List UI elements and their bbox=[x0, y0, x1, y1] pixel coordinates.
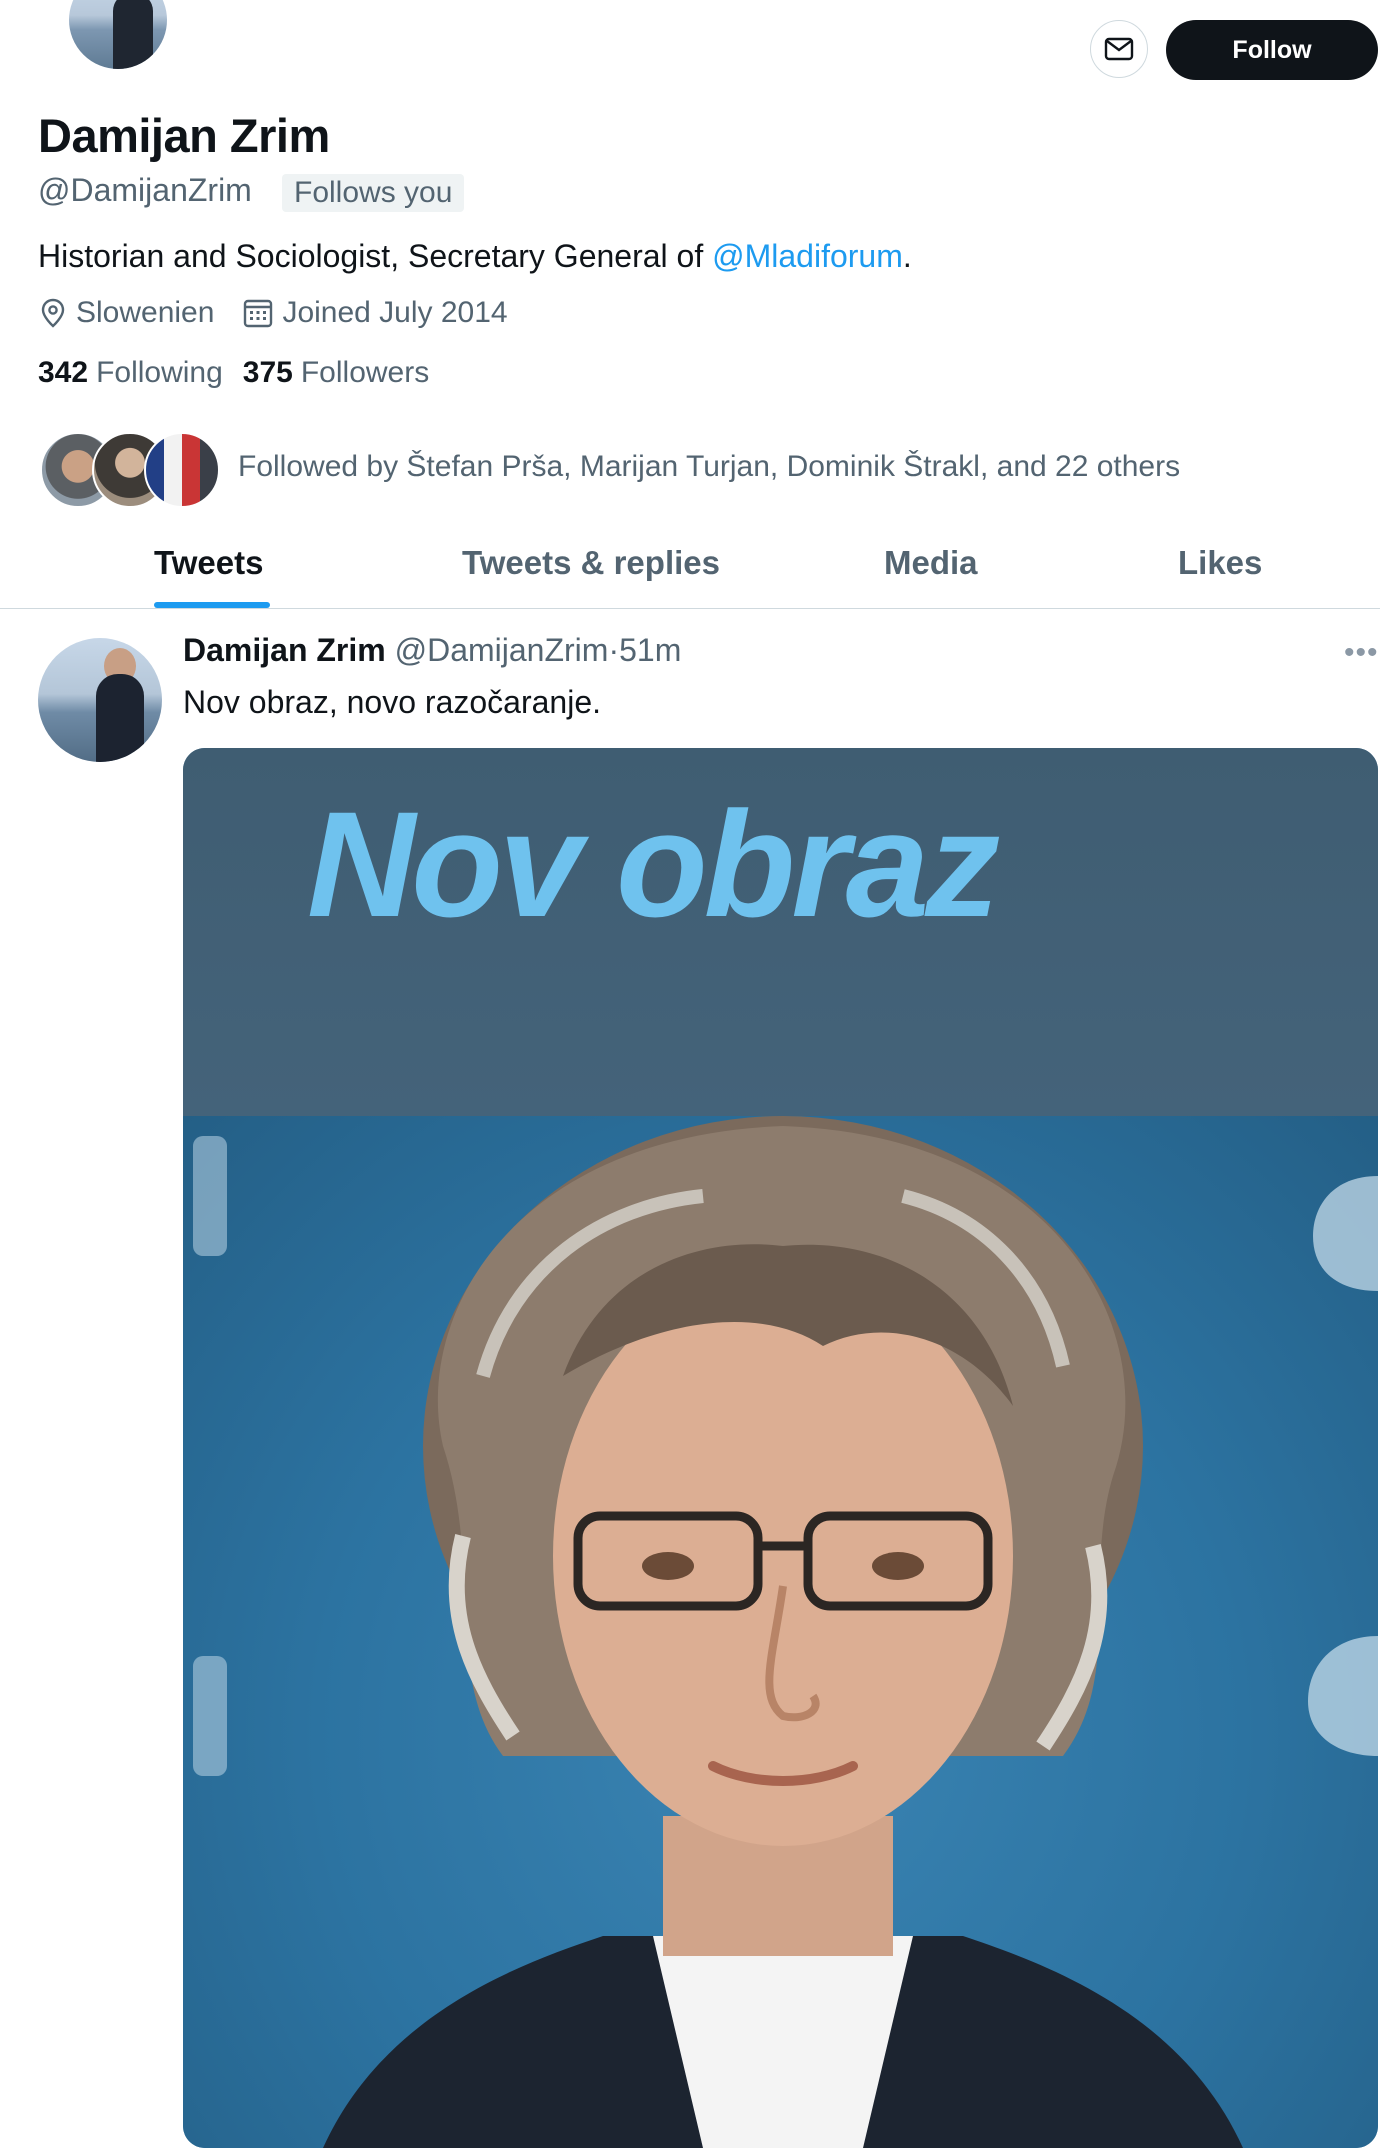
bio-end: . bbox=[902, 238, 912, 274]
media-portrait-photo bbox=[183, 1116, 1378, 2148]
profile-meta: Slowenien Joined July 2014 bbox=[38, 296, 536, 330]
tab-tweets[interactable]: Tweets bbox=[154, 544, 263, 582]
profile-handle: @DamijanZrim bbox=[38, 172, 252, 208]
following-label: Following bbox=[96, 356, 223, 389]
tweet-header: Damijan Zrim @DamijanZrim·51m bbox=[183, 632, 681, 669]
portrait-illustration bbox=[193, 1116, 1378, 2148]
followers-count: 375 bbox=[242, 356, 293, 389]
follow-button[interactable]: Follow bbox=[1166, 20, 1378, 80]
more-options-icon[interactable]: ••• bbox=[1344, 636, 1379, 670]
profile-location: Slowenien bbox=[76, 296, 215, 329]
profile-avatar[interactable] bbox=[66, 0, 170, 72]
tabs-divider bbox=[0, 608, 1380, 609]
profile-joined-date: Joined July 2014 bbox=[282, 296, 508, 329]
profile-tabs: Tweets Tweets & replies Media Likes bbox=[0, 530, 1380, 610]
mail-icon bbox=[1104, 37, 1134, 61]
location-pin-icon bbox=[41, 298, 65, 328]
bio-mention-link[interactable]: @Mladiforum bbox=[712, 238, 903, 274]
media-banner: Nov obraz bbox=[183, 748, 1378, 1116]
tab-likes[interactable]: Likes bbox=[1178, 544, 1262, 582]
follows-you-badge: Follows you bbox=[282, 174, 465, 212]
followed-by-text[interactable]: Followed by Štefan Prša, Marijan Turjan,… bbox=[238, 450, 1180, 484]
tweet-separator: · bbox=[608, 632, 620, 668]
tweet-author-handle[interactable]: @DamijanZrim bbox=[395, 632, 609, 668]
tweet-text: Nov obraz, novo razočaranje. bbox=[183, 684, 601, 720]
bio-text: Historian and Sociologist, Secretary Gen… bbox=[38, 238, 713, 274]
following-count: 342 bbox=[38, 356, 89, 389]
profile-stats: 342 Following 375 Followers bbox=[38, 356, 449, 390]
tweet-media-image[interactable]: Nov obraz bbox=[183, 748, 1378, 2148]
followed-by-avatars[interactable] bbox=[40, 432, 220, 508]
tweet-author-name[interactable]: Damijan Zrim bbox=[183, 632, 386, 668]
follower-avatar bbox=[144, 432, 220, 508]
tweet-timestamp[interactable]: 51m bbox=[619, 632, 681, 668]
followers-link[interactable]: 375 Followers bbox=[243, 356, 429, 390]
tab-tweets-and-replies[interactable]: Tweets & replies bbox=[462, 544, 720, 582]
profile-bio: Historian and Sociologist, Secretary Gen… bbox=[38, 238, 912, 275]
message-button[interactable] bbox=[1090, 20, 1148, 78]
followers-label: Followers bbox=[300, 356, 430, 389]
tab-media[interactable]: Media bbox=[884, 544, 978, 582]
tweet-author-avatar[interactable] bbox=[38, 638, 162, 762]
following-link[interactable]: 342 Following bbox=[38, 356, 223, 390]
profile-display-name: Damijan Zrim bbox=[38, 109, 330, 162]
media-title-text: Nov obraz bbox=[307, 780, 1000, 948]
calendar-icon bbox=[244, 299, 273, 328]
